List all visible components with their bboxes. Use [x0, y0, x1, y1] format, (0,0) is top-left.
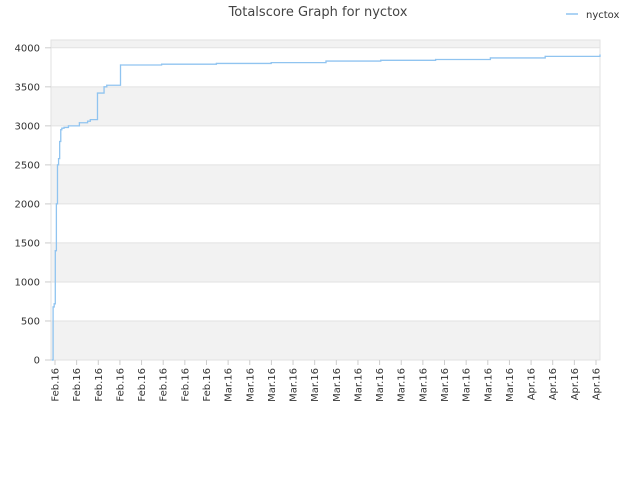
grid-band — [51, 86, 600, 126]
data-point — [161, 63, 163, 65]
data-point — [53, 303, 55, 305]
x-tick-label: Mar.16 — [483, 368, 494, 402]
data-point — [103, 86, 105, 88]
grid-band — [51, 320, 600, 360]
chart-title: Totalscore Graph for nyctox — [228, 5, 408, 20]
data-point — [435, 58, 437, 61]
data-point — [56, 164, 59, 166]
data-point — [270, 62, 272, 64]
x-tick-label: Feb.16 — [180, 368, 191, 402]
data-point — [59, 140, 61, 143]
data-point — [55, 203, 57, 205]
x-tick-label: Feb.16 — [115, 368, 126, 402]
x-tick-label: Mar.16 — [440, 368, 451, 402]
data-point — [57, 158, 60, 160]
legend-label: nyctox — [586, 10, 619, 21]
x-tick-label: Mar.16 — [224, 368, 235, 402]
x-tick-label: Feb.16 — [202, 368, 213, 402]
data-point — [489, 57, 491, 59]
x-tick-label: Apr.16 — [592, 368, 603, 400]
y-tick-label: 1000 — [15, 277, 40, 288]
data-point — [60, 129, 62, 131]
data-point — [51, 359, 53, 361]
y-tick-label: 4000 — [15, 43, 40, 54]
data-point — [78, 122, 80, 124]
data-point — [61, 127, 63, 129]
y-tick-label: 3000 — [15, 121, 40, 132]
y-tick-label: 0 — [34, 356, 40, 367]
y-tick-label: 1500 — [15, 238, 40, 249]
data-point — [599, 54, 601, 56]
x-tick-label: Mar.16 — [310, 368, 321, 402]
data-point — [119, 64, 122, 66]
totalscore-chart: Totalscore Graph for nyctox nyctox 0 500 1… — [15, 5, 620, 402]
y-tick-label: 2500 — [15, 160, 40, 171]
x-tick-label: Feb.16 — [51, 368, 62, 402]
data-point — [89, 119, 91, 121]
data-point — [87, 120, 89, 122]
grid-band — [51, 242, 600, 282]
x-axis-ticks: Feb.16 Feb.16 Feb.16 Feb.16 Feb.16 Feb.16 Feb.… — [51, 360, 603, 402]
grid-band — [51, 164, 600, 204]
x-tick-label: Feb.16 — [137, 368, 148, 402]
x-tick-label: Mar.16 — [267, 368, 278, 402]
data-point — [325, 60, 327, 62]
y-tick-label: 2000 — [15, 199, 40, 210]
x-tick-label: Feb.16 — [94, 368, 105, 402]
x-tick-label: Apr.16 — [570, 368, 581, 400]
y-axis-ticks: 0 500 1000 1500 2000 2500 3000 3500 4000 — [15, 43, 51, 367]
data-point — [96, 92, 99, 94]
y-tick-label: 3500 — [15, 82, 40, 93]
legend: nyctox — [566, 10, 619, 21]
x-tick-label: Feb.16 — [159, 368, 170, 402]
data-point — [544, 55, 546, 57]
y-tick-label: 500 — [21, 316, 40, 327]
background-bands — [51, 40, 600, 360]
grid-band — [51, 40, 600, 48]
x-tick-label: Mar.16 — [505, 368, 516, 402]
x-tick-label: Apr.16 — [548, 368, 559, 400]
x-tick-label: Mar.16 — [397, 368, 408, 402]
data-point — [215, 62, 217, 65]
x-tick-label: Apr.16 — [527, 368, 538, 400]
x-tick-label: Mar.16 — [289, 368, 300, 402]
x-tick-label: Mar.16 — [418, 368, 429, 402]
x-tick-label: Feb.16 — [72, 368, 83, 402]
x-tick-label: Mar.16 — [353, 368, 364, 402]
data-point — [54, 250, 56, 252]
x-tick-label: Mar.16 — [375, 368, 386, 402]
data-point — [380, 59, 382, 61]
data-point — [67, 125, 70, 127]
x-tick-label: Mar.16 — [332, 368, 343, 402]
data-point — [52, 306, 54, 308]
data-point — [106, 84, 108, 86]
x-tick-label: Mar.16 — [245, 368, 256, 402]
x-tick-label: Mar.16 — [462, 368, 473, 402]
data-point — [63, 126, 65, 129]
